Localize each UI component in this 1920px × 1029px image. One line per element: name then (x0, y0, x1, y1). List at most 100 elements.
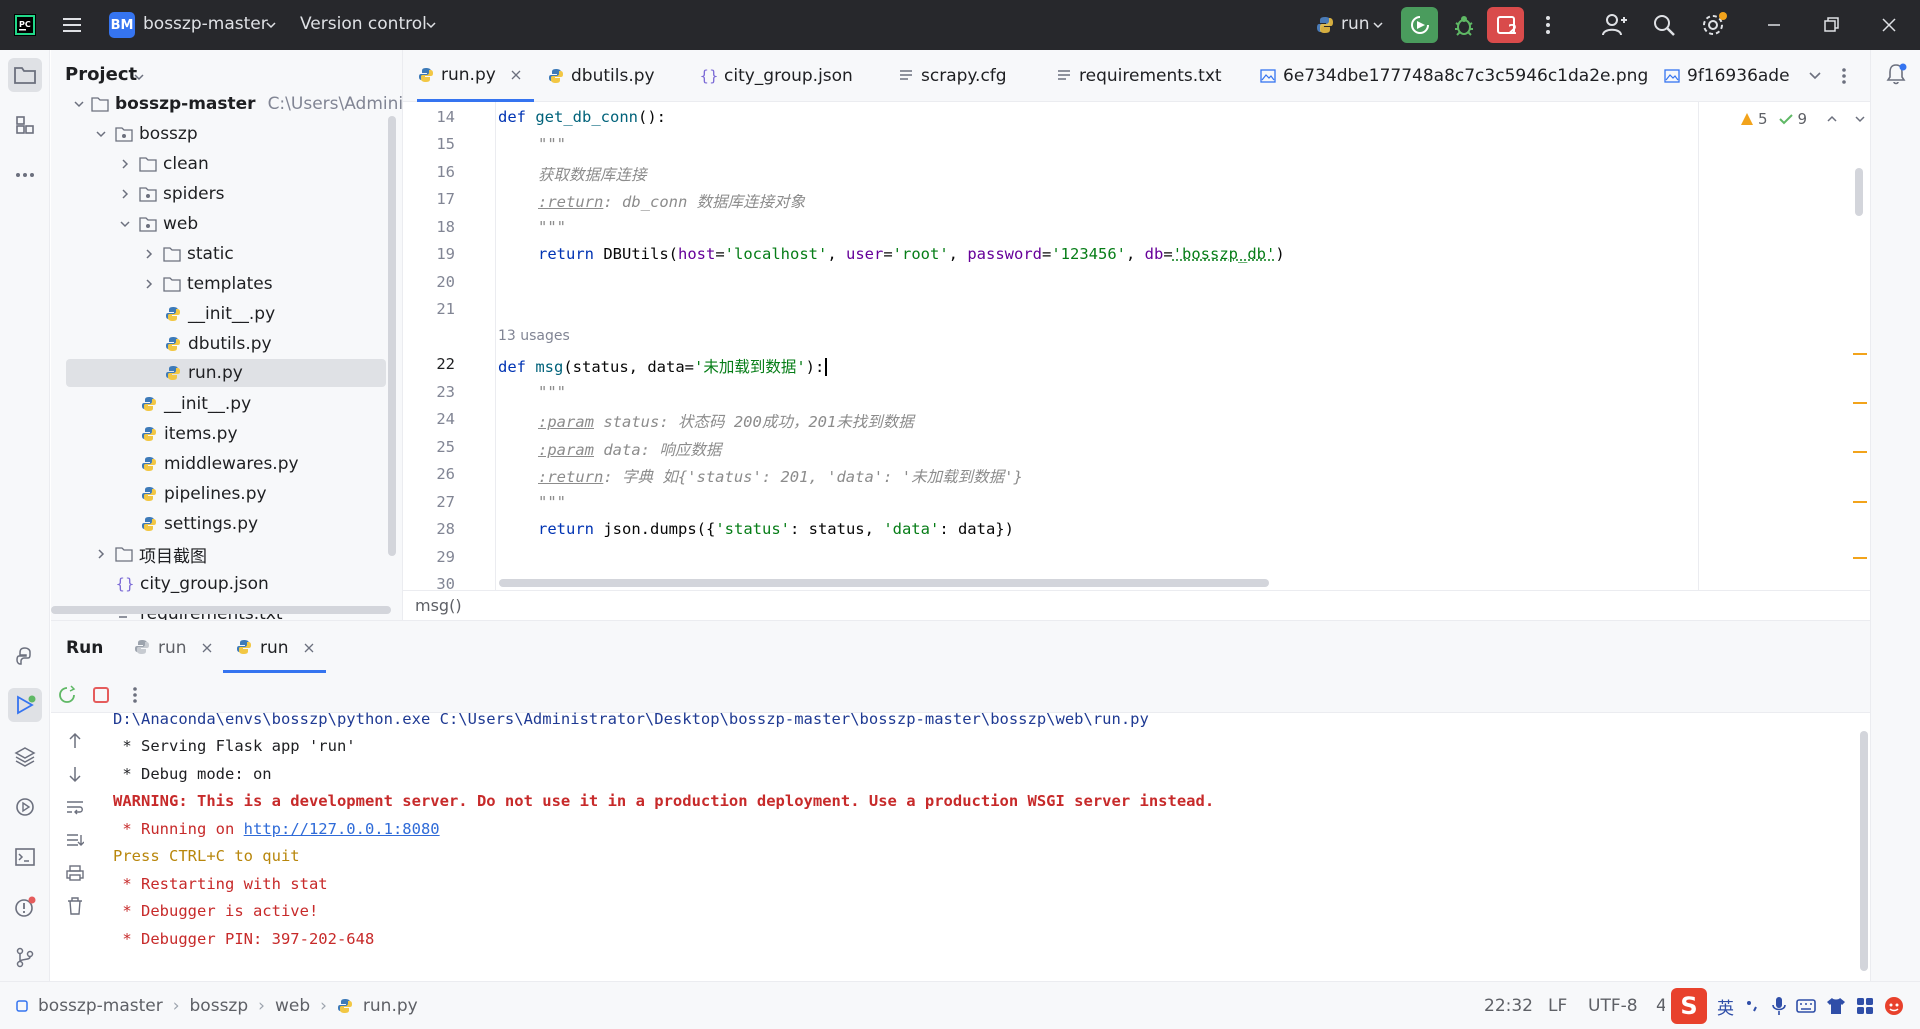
git-tool-icon[interactable] (8, 940, 42, 974)
more-tools-icon[interactable] (8, 158, 42, 192)
tab-dbutils-py[interactable]: dbutils.py (547, 50, 655, 102)
close-tab-icon[interactable] (510, 69, 522, 81)
code-editor[interactable]: 5 9 14 15 16 17 18 19 20 21 22 23 24 25 … (403, 102, 1870, 590)
minimize-window-icon[interactable] (1762, 13, 1786, 37)
print-icon[interactable] (63, 861, 87, 885)
file-encoding[interactable]: UTF-8 (1588, 996, 1638, 1016)
tree-folder-screenshots[interactable]: 项目截图 (51, 540, 391, 568)
tree-file-items[interactable]: items.py (51, 420, 391, 448)
skin-shirt-icon[interactable] (1826, 997, 1846, 1015)
crumb-item[interactable]: web (275, 996, 310, 1016)
tab-requirements-txt[interactable]: requirements.txt (1055, 50, 1222, 102)
close-window-icon[interactable] (1877, 13, 1901, 37)
soft-wrap-icon[interactable] (63, 795, 87, 819)
tree-file-pipelines[interactable]: pipelines.py (51, 480, 391, 508)
problems-tool-icon[interactable] (8, 890, 42, 924)
ime-mascot-icon[interactable] (1884, 996, 1904, 1016)
close-tab-icon[interactable] (303, 642, 315, 654)
project-name[interactable]: bosszp-master (143, 14, 268, 34)
scroll-up-icon[interactable] (63, 729, 87, 753)
tabs-more-icon[interactable] (1840, 66, 1848, 86)
toolbox-grid-icon[interactable] (1856, 997, 1874, 1015)
warning-marker[interactable] (1853, 451, 1867, 453)
debug-bug-icon[interactable] (1450, 11, 1478, 39)
tab-image-png[interactable]: 6e734dbe177748a8c7c3c5946c1da2e.png (1259, 50, 1648, 102)
terminal-tool-icon[interactable] (8, 840, 42, 874)
close-tab-icon[interactable] (201, 642, 213, 654)
server-url-link[interactable]: http://127.0.0.1:8080 (244, 820, 440, 838)
main-menu-icon[interactable] (60, 13, 84, 37)
stop-icon[interactable] (93, 687, 109, 703)
tree-folder-static[interactable]: static (51, 240, 391, 268)
scroll-to-end-icon[interactable] (63, 828, 87, 852)
tree-file-web-init[interactable]: __init__.py (51, 300, 391, 328)
warning-marker[interactable] (1853, 402, 1867, 404)
tree-file-init[interactable]: __init__.py (51, 390, 391, 418)
tree-file-dbutils[interactable]: dbutils.py (51, 330, 391, 358)
tree-file-city-group[interactable]: {} city_group.json (51, 570, 391, 598)
tab-image-png-2[interactable]: 9f16936ade (1663, 50, 1795, 102)
ime-language[interactable]: 英 (1717, 994, 1734, 1019)
crumb-item[interactable]: run.py (363, 996, 418, 1016)
warning-marker[interactable] (1853, 557, 1867, 559)
tree-file-middlewares[interactable]: middlewares.py (51, 450, 391, 478)
layers-tool-icon[interactable] (8, 739, 42, 773)
notifications-bell-icon[interactable] (1884, 62, 1908, 86)
console-output[interactable]: D:\Anaconda\envs\bosszp\python.exe C:\Us… (113, 710, 1853, 982)
tree-folder-web[interactable]: web (51, 210, 391, 238)
tabs-dropdown-icon[interactable] (1807, 69, 1823, 83)
inspection-widget[interactable]: 5 9 (1740, 110, 1867, 128)
run-tab-2[interactable]: run (236, 638, 315, 658)
keyboard-icon[interactable] (1796, 998, 1816, 1014)
tree-file-run-selected[interactable]: run.py (66, 359, 386, 387)
run-config-selector[interactable]: run (1341, 14, 1370, 34)
usages-hint[interactable]: 13 usages (498, 328, 570, 344)
restore-window-icon[interactable] (1819, 13, 1843, 37)
editor-h-scrollbar[interactable] (499, 579, 1269, 587)
version-control-menu[interactable]: Version control (300, 14, 427, 34)
project-badge[interactable]: BM (109, 12, 135, 38)
tree-root[interactable]: bosszp-master C:\Users\Administr (51, 90, 402, 118)
tab-run-py[interactable]: run.py (417, 50, 534, 102)
tree-folder-bosszp[interactable]: bosszp (51, 120, 391, 148)
run-more-icon[interactable] (131, 685, 139, 705)
line-separator[interactable]: LF (1548, 996, 1567, 1016)
tree-folder-clean[interactable]: clean (51, 150, 391, 178)
pycharm-logo-icon[interactable]: PC (14, 14, 36, 36)
trash-icon[interactable] (63, 894, 87, 918)
code-line-22: def msg(status, data='未加载到数据'): (498, 355, 837, 377)
rerun-icon[interactable] (57, 685, 77, 705)
settings-gear-icon[interactable] (1700, 12, 1728, 38)
run-tool-icon[interactable] (8, 688, 42, 722)
ime-logo-icon[interactable]: S (1671, 988, 1707, 1024)
scroll-down-icon[interactable] (63, 762, 87, 786)
project-scrollbar[interactable] (388, 116, 396, 556)
warning-marker[interactable] (1853, 501, 1867, 503)
run-tab-1[interactable]: run (134, 638, 213, 658)
console-scrollbar[interactable] (1860, 731, 1868, 971)
more-options-icon[interactable] (1538, 13, 1558, 37)
tab-scrapy-cfg[interactable]: scrapy.cfg (897, 50, 1007, 102)
warning-marker[interactable] (1853, 353, 1867, 355)
tree-folder-templates[interactable]: templates (51, 270, 391, 298)
project-panel-title[interactable]: Project (65, 64, 137, 85)
editor-v-scrollbar[interactable] (1855, 168, 1863, 216)
tree-file-settings[interactable]: settings.py (51, 510, 391, 538)
structure-tool-icon[interactable] (8, 108, 42, 142)
stop-button[interactable]: 2 (1487, 7, 1524, 43)
rerun-button[interactable] (1401, 7, 1438, 43)
python-packages-icon[interactable] (8, 640, 42, 674)
crumb-item[interactable]: bosszp-master (38, 996, 163, 1016)
microphone-icon[interactable] (1772, 996, 1786, 1016)
editor-breadcrumb[interactable]: msg() (403, 590, 1870, 620)
crumb-item[interactable]: bosszp (190, 996, 249, 1016)
tree-folder-spiders[interactable]: spiders (51, 180, 391, 208)
project-tool-icon[interactable] (8, 58, 42, 92)
search-icon[interactable] (1651, 12, 1677, 38)
services-tool-icon[interactable] (8, 790, 42, 824)
ime-punct-icon[interactable] (1744, 997, 1762, 1015)
tab-city-group-json[interactable]: {} city_group.json (699, 50, 852, 102)
caret-position[interactable]: 22:32 (1484, 996, 1533, 1016)
add-user-icon[interactable] (1601, 12, 1627, 38)
project-h-scrollbar[interactable] (51, 606, 391, 614)
